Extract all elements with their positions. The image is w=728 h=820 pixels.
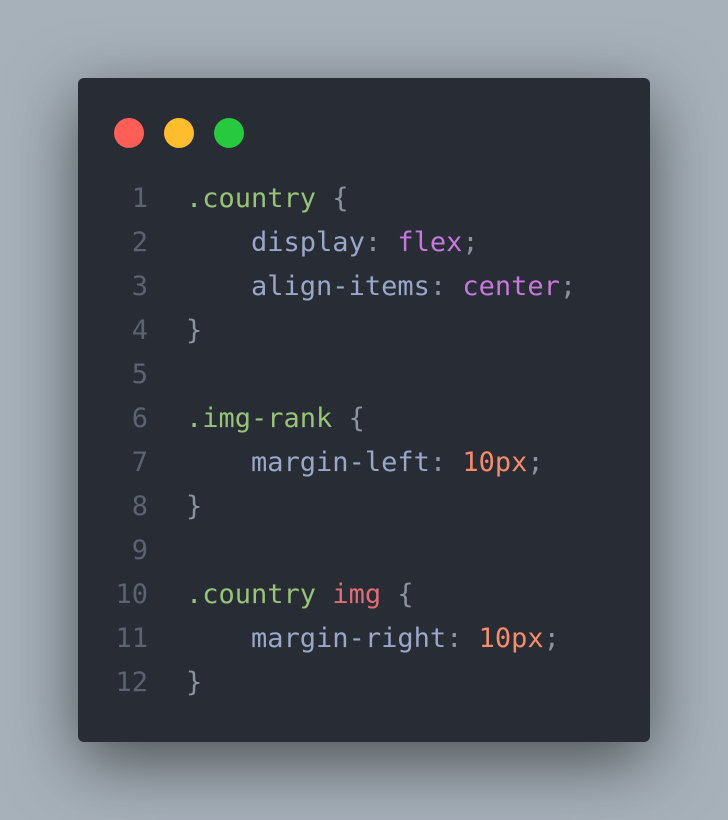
code-token: : — [429, 447, 463, 478]
code-token: { — [332, 183, 349, 214]
code-token: ; — [462, 227, 479, 258]
line-number: 2 — [131, 227, 148, 258]
code-token: img — [332, 579, 382, 610]
code-token: : — [446, 623, 479, 654]
line-number: 6 — [131, 403, 148, 434]
minimize-dot-icon — [164, 118, 194, 148]
line-number: 10 — [115, 579, 148, 610]
code-token: { — [348, 403, 365, 434]
code-token: align-items — [251, 271, 430, 302]
code-line: 9 — [78, 529, 650, 573]
line-number: 12 — [115, 667, 148, 698]
line-number: 7 — [131, 447, 148, 478]
code-token: : — [364, 227, 398, 258]
line-source: } — [148, 661, 202, 705]
line-number: 3 — [131, 271, 148, 302]
code-token: } — [186, 491, 203, 522]
code-line: 6 .img-rank { — [78, 397, 650, 441]
code-token: flex — [397, 227, 463, 258]
line-source: display: flex; — [148, 221, 479, 265]
code-line: 7 margin-left: 10px; — [78, 441, 650, 485]
line-source: margin-right: 10px; — [148, 617, 560, 661]
line-number: 1 — [131, 183, 148, 214]
code-token: .country — [186, 183, 317, 214]
line-source: .img-rank { — [148, 397, 365, 441]
code-window: 1 .country {2 display: flex; 3 align-items… — [78, 78, 650, 742]
code-line: 3 align-items: center; — [78, 265, 650, 309]
code-line: 11 margin-right: 10px; — [78, 617, 650, 661]
code-token: 10px — [462, 447, 528, 478]
code-line: 10 .country img { — [78, 573, 650, 617]
line-number: 4 — [131, 315, 148, 346]
code-line: 2 display: flex; — [78, 221, 650, 265]
code-token: .img-rank — [186, 403, 333, 434]
code-line: 5 — [78, 353, 650, 397]
line-source: .country img { — [148, 573, 414, 617]
code-line: 12} — [78, 661, 650, 705]
zoom-dot-icon — [214, 118, 244, 148]
code-token: .country — [186, 579, 317, 610]
code-token: display — [251, 227, 365, 258]
line-source — [148, 529, 186, 573]
code-token: ; — [543, 623, 560, 654]
code-line: 4} — [78, 309, 650, 353]
line-source: } — [148, 309, 202, 353]
close-dot-icon — [114, 118, 144, 148]
code-token: center — [462, 271, 560, 302]
line-source: align-items: center; — [148, 265, 576, 309]
window-controls — [114, 118, 244, 148]
code-line: 1 .country { — [78, 177, 650, 221]
code-token: margin-left — [251, 447, 430, 478]
code-token: } — [186, 667, 203, 698]
line-number: 8 — [131, 491, 148, 522]
line-source — [148, 353, 186, 397]
line-number: 9 — [131, 535, 148, 566]
code-token: } — [186, 315, 203, 346]
code-token: ; — [559, 271, 577, 302]
line-number: 11 — [115, 623, 148, 654]
code-token: : — [429, 271, 463, 302]
line-source: margin-left: 10px; — [148, 441, 544, 485]
line-source: .country { — [148, 177, 349, 221]
code-token: 10px — [478, 623, 544, 654]
code-token: ; — [527, 447, 544, 478]
code-token: margin-right — [251, 623, 447, 654]
code-token: { — [397, 579, 414, 610]
code-line: 8} — [78, 485, 650, 529]
line-source: } — [148, 485, 202, 529]
code-block: 1 .country {2 display: flex; 3 align-items… — [78, 177, 650, 705]
line-number: 5 — [131, 359, 148, 390]
